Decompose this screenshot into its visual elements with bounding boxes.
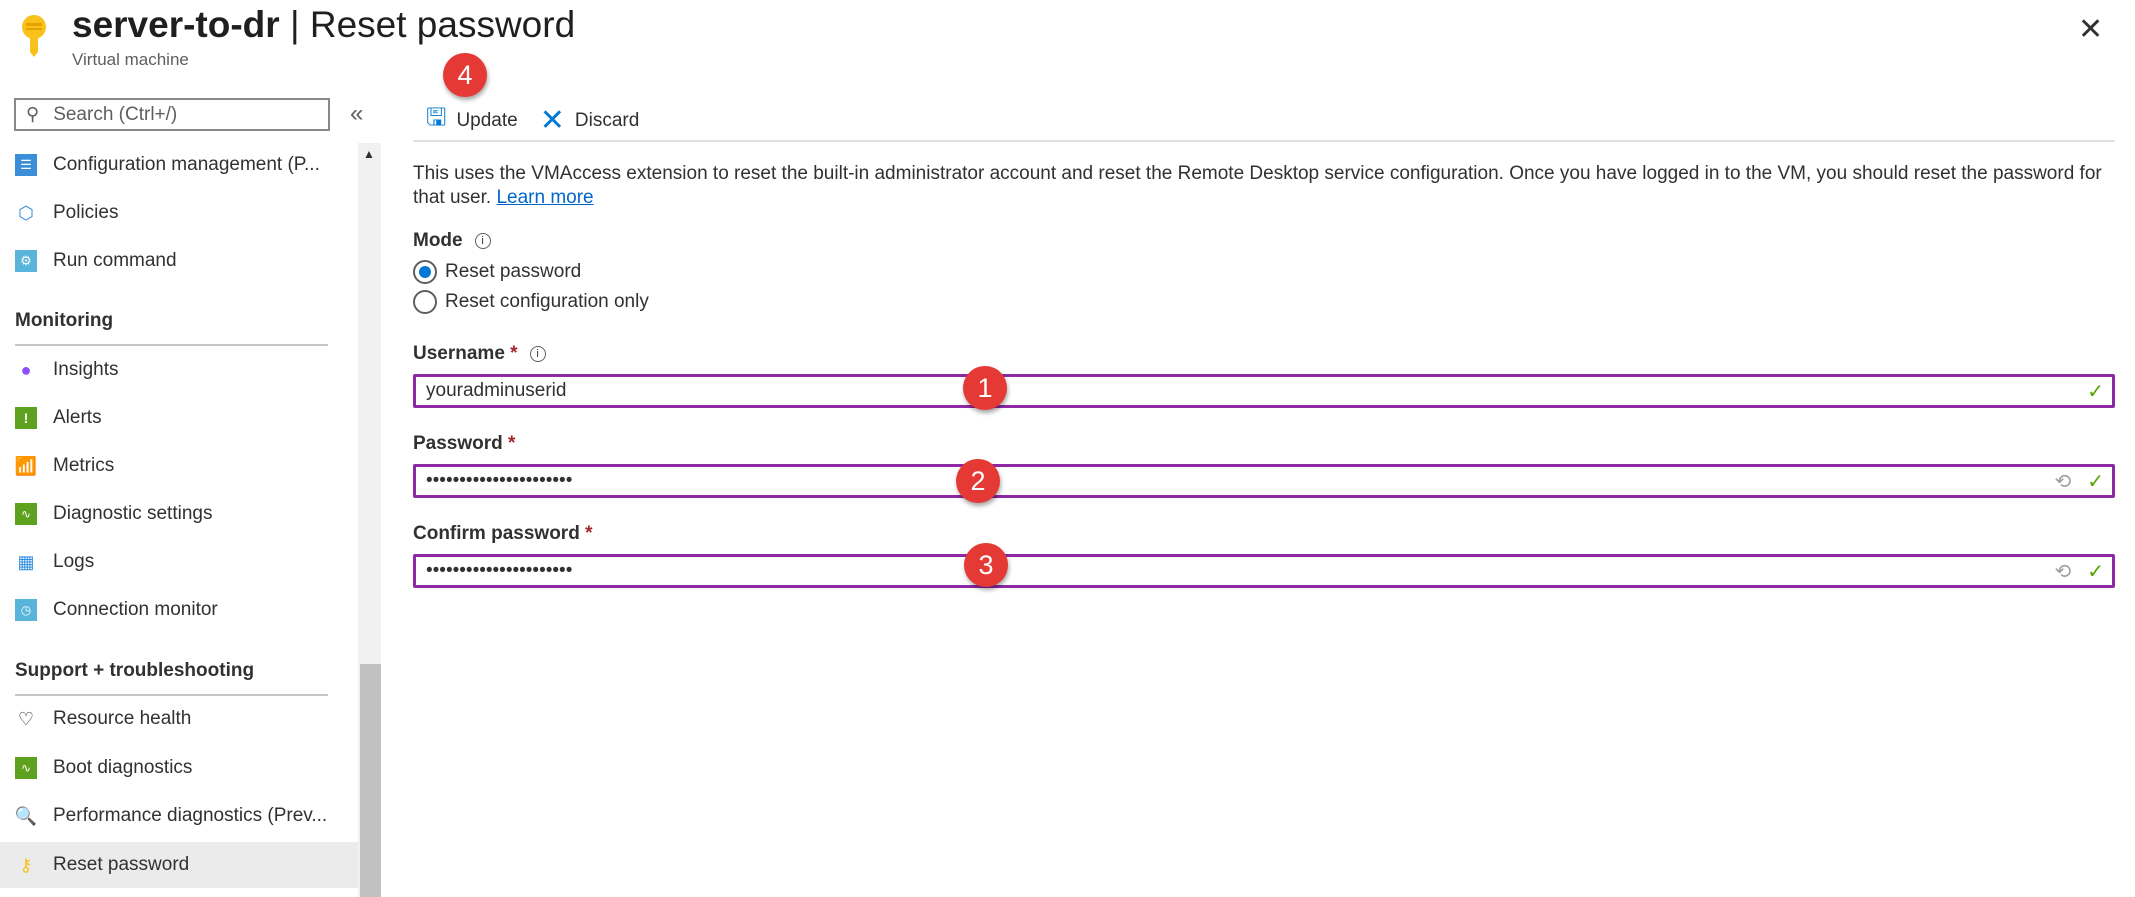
checkmark-icon: ✓ xyxy=(2087,560,2104,583)
description-text: This uses the VMAccess extension to rese… xyxy=(413,163,2102,208)
section-heading-support: Support + troubleshooting xyxy=(15,660,328,696)
step-badge-3: 3 xyxy=(964,543,1008,587)
username-label: Username * i xyxy=(413,343,546,365)
connection-monitor-icon: ◷ xyxy=(15,599,37,621)
sidebar-item-diagnostic-settings[interactable]: ∿ Diagnostic settings xyxy=(0,492,358,536)
collapse-sidebar-button[interactable]: « xyxy=(350,100,363,128)
sidebar-item-label: Diagnostic settings xyxy=(53,503,213,524)
sidebar-item-label: Alerts xyxy=(53,407,102,428)
checklist-icon: ☰ xyxy=(15,154,37,176)
discard-x-icon: ✕ xyxy=(539,104,565,137)
radio-button-selected[interactable] xyxy=(413,260,437,284)
sidebar-item-insights[interactable]: ● Insights xyxy=(0,348,358,392)
metrics-icon: 📶 xyxy=(14,455,38,476)
toolbar: 🖫 Update ✕ Discard xyxy=(426,100,639,141)
step-badge-2: 2 xyxy=(956,459,1000,503)
learn-more-link[interactable]: Learn more xyxy=(496,187,593,208)
info-icon[interactable]: i xyxy=(529,346,546,362)
username-input[interactable]: youradminuserid ✓ xyxy=(413,374,2115,408)
toolbar-divider xyxy=(413,140,2115,142)
checkmark-icon: ✓ xyxy=(2087,470,2104,493)
sidebar-item-label: Performance diagnostics (Prev... xyxy=(53,805,328,826)
section-heading-monitoring: Monitoring xyxy=(15,310,328,346)
sidebar-item-label: Reset password xyxy=(53,854,190,875)
run-command-icon: ⚙ xyxy=(15,250,37,272)
sidebar-item-label: Configuration management (P... xyxy=(53,154,320,175)
close-button[interactable]: ✕ xyxy=(2078,12,2103,47)
sidebar-item-label: Resource health xyxy=(53,708,192,729)
sidebar-item-performance-diagnostics[interactable]: 🔍 Performance diagnostics (Prev... xyxy=(0,794,358,838)
diagnostic-icon: ∿ xyxy=(15,503,37,525)
sidebar-item-label: Metrics xyxy=(53,455,115,476)
confirm-password-value: •••••••••••••••••••••• xyxy=(426,560,573,581)
sidebar-item-metrics[interactable]: 📶 Metrics xyxy=(0,444,358,488)
radio-button[interactable] xyxy=(413,290,437,314)
description: This uses the VMAccess extension to rese… xyxy=(413,162,2123,210)
search-icon: ⚲ xyxy=(26,104,40,124)
confirm-password-label: Confirm password * xyxy=(413,523,593,544)
sidebar-item-alerts[interactable]: ! Alerts xyxy=(0,396,358,440)
sidebar-item-reset-password[interactable]: ⚷ Reset password xyxy=(0,842,358,888)
info-icon[interactable]: i xyxy=(474,233,491,249)
scrollbar-thumb[interactable] xyxy=(360,664,381,897)
mode-label: Mode i xyxy=(413,230,491,252)
username-value: youradminuserid xyxy=(426,380,567,401)
sidebar-item-run-command[interactable]: ⚙ Run command xyxy=(0,239,358,283)
password-value: •••••••••••••••••••••• xyxy=(426,470,573,491)
radio-reset-configuration-only[interactable]: Reset configuration only xyxy=(413,290,649,314)
heart-icon: ♡ xyxy=(17,708,35,729)
sidebar-item-boot-diagnostics[interactable]: ∿ Boot diagnostics xyxy=(0,746,358,790)
confirm-password-input[interactable]: •••••••••••••••••••••• ⟲ ✓ xyxy=(413,554,2115,588)
key-icon: ⚷ xyxy=(19,854,33,875)
step-badge-1: 1 xyxy=(963,366,1007,410)
radio-label: Reset password xyxy=(445,261,582,282)
scroll-up-arrow-icon[interactable]: ▲ xyxy=(363,147,375,161)
save-icon: 🖫 xyxy=(426,104,447,131)
password-label: Password * xyxy=(413,433,516,454)
discard-label: Discard xyxy=(574,109,640,131)
sidebar-item-connection-monitor[interactable]: ◷ Connection monitor xyxy=(0,588,358,632)
sidebar-item-label: Insights xyxy=(53,359,119,380)
update-button[interactable]: 🖫 Update xyxy=(426,100,518,141)
password-input[interactable]: •••••••••••••••••••••• ⟲ ✓ xyxy=(413,464,2115,498)
search-input[interactable]: ⚲ Search (Ctrl+/) xyxy=(14,98,330,131)
sidebar-item-configuration-management[interactable]: ☰ Configuration management (P... xyxy=(0,143,358,187)
sidebar-item-label: Policies xyxy=(53,202,119,223)
radio-reset-password[interactable]: Reset password xyxy=(413,260,581,284)
step-badge-4: 4 xyxy=(443,53,487,97)
sidebar-item-policies[interactable]: ⬡ Policies xyxy=(0,191,358,235)
sidebar-item-label: Boot diagnostics xyxy=(53,757,193,778)
checkmark-icon: ✓ xyxy=(2087,380,2104,403)
alert-icon: ! xyxy=(15,407,37,429)
boot-diagnostics-icon: ∿ xyxy=(15,757,37,779)
search-placeholder: Search (Ctrl+/) xyxy=(53,103,178,125)
sidebar-item-resource-health[interactable]: ♡ Resource health xyxy=(0,697,358,741)
logs-icon: ▦ xyxy=(17,551,35,572)
sidebar-item-label: Connection monitor xyxy=(53,599,218,620)
radio-label: Reset configuration only xyxy=(445,291,649,312)
sidebar-item-logs[interactable]: ▦ Logs xyxy=(0,540,358,584)
performance-diagnostics-icon: 🔍 xyxy=(14,805,38,826)
lightbulb-icon: ● xyxy=(20,359,32,380)
password-lock-icon[interactable]: ⟲ xyxy=(2054,559,2071,584)
sidebar-item-label: Run command xyxy=(53,250,177,271)
page-subtitle: Virtual machine xyxy=(72,50,189,69)
password-lock-icon[interactable]: ⟲ xyxy=(2054,469,2071,494)
policies-icon: ⬡ xyxy=(18,202,34,223)
resource-key-icon xyxy=(18,14,50,58)
page-title: server-to-dr | Reset password xyxy=(72,4,576,45)
sidebar-item-label: Logs xyxy=(53,551,95,572)
update-label: Update xyxy=(456,109,518,131)
discard-button[interactable]: ✕ Discard xyxy=(540,103,640,138)
